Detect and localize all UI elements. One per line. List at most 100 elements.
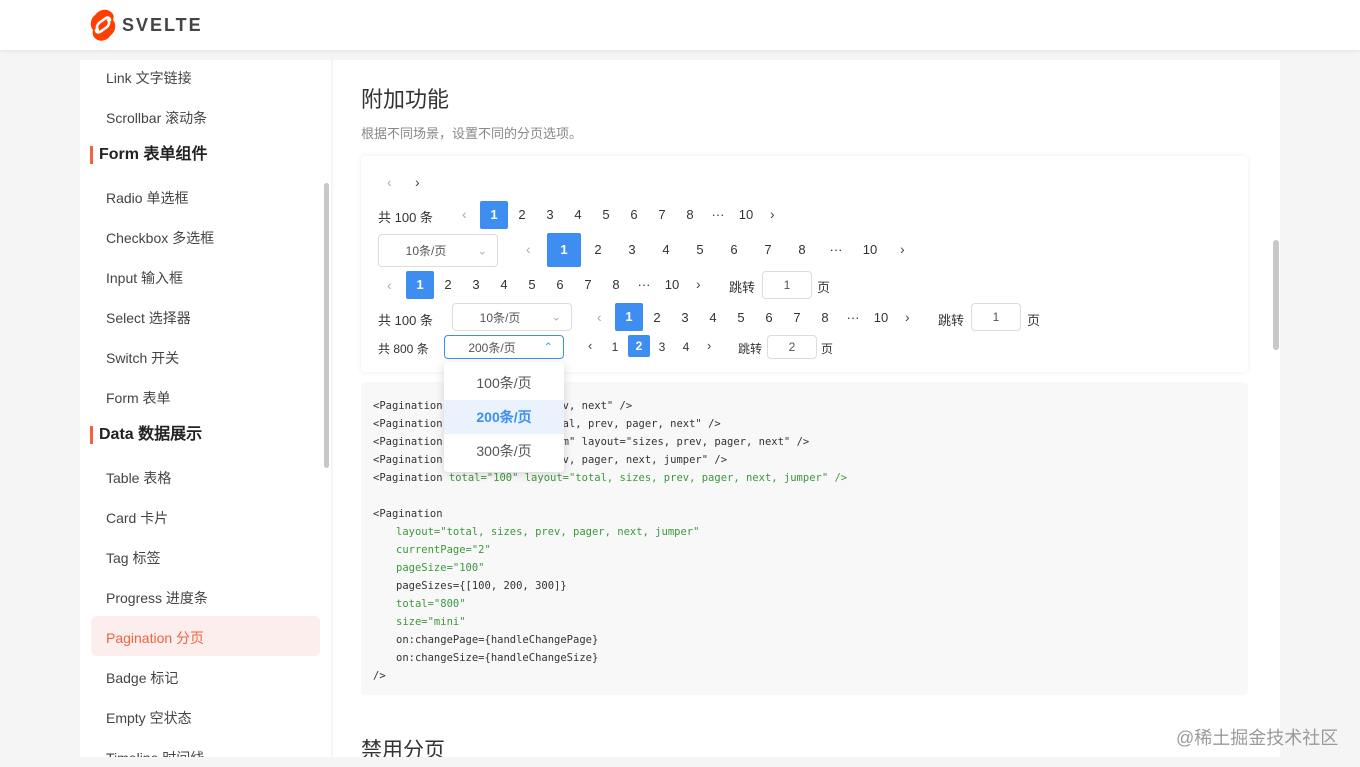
page-button[interactable]: 3 <box>539 207 561 222</box>
page-button[interactable]: 2 <box>646 310 668 325</box>
page-button[interactable]: 1 <box>606 340 624 354</box>
page-button[interactable]: 4 <box>702 310 724 325</box>
code-line: on:changePage={handleChangePage} <box>396 634 599 646</box>
page-button-active[interactable]: 2 <box>628 335 650 357</box>
sidebar-item-scrollbar[interactable]: Scrollbar 滚动条 <box>106 108 207 128</box>
code-line: /> <box>373 670 386 682</box>
page-button[interactable]: 2 <box>437 277 459 292</box>
sidebar-scrollbar[interactable] <box>324 183 329 468</box>
page-button[interactable]: 5 <box>521 277 543 292</box>
page-size-select[interactable]: 10条/页 ⌄ <box>378 234 498 267</box>
page-button[interactable]: 3 <box>465 277 487 292</box>
prev-arrow-icon[interactable]: ‹ <box>597 309 602 325</box>
sidebar-item-tag[interactable]: Tag 标签 <box>106 548 160 568</box>
page-ellipsis[interactable]: ··· <box>842 310 864 325</box>
jump-input[interactable]: 1 <box>971 303 1021 331</box>
page-unit-label: 页 <box>1027 313 1041 328</box>
sidebar-item-select[interactable]: Select 选择器 <box>106 308 191 328</box>
page-button[interactable]: 7 <box>757 242 779 257</box>
sidebar-item-table[interactable]: Table 表格 <box>106 468 171 488</box>
sidebar-group-form: Form 表单组件 <box>90 146 207 164</box>
jump-input[interactable]: 2 <box>767 335 817 359</box>
sidebar-item-link[interactable]: Link 文字链接 <box>106 68 192 88</box>
page-button[interactable]: 10 <box>661 277 683 292</box>
page-button[interactable]: 2 <box>511 207 533 222</box>
page-button-active[interactable]: 1 <box>547 233 581 267</box>
sidebar-item-progress[interactable]: Progress 进度条 <box>106 588 208 608</box>
page-button[interactable]: 3 <box>621 242 643 257</box>
next-arrow-icon[interactable]: › <box>770 206 775 222</box>
page-button[interactable]: 8 <box>679 207 701 222</box>
page-button[interactable]: 7 <box>651 207 673 222</box>
total-label: 共 100 条 <box>378 210 433 225</box>
prev-arrow-icon[interactable]: ‹ <box>462 206 467 222</box>
section-title: 附加功能 <box>361 87 450 112</box>
page-button[interactable]: 4 <box>493 277 515 292</box>
page-button-active[interactable]: 1 <box>480 201 508 229</box>
code-line: layout="total, sizes, prev, pager, next,… <box>396 526 700 538</box>
next-arrow-icon[interactable]: › <box>905 309 910 325</box>
prev-arrow-icon[interactable]: ‹ <box>387 277 392 293</box>
jump-input[interactable]: 1 <box>762 271 812 299</box>
page-button-active[interactable]: 1 <box>406 271 434 299</box>
dropdown-option[interactable]: 300条/页 <box>444 434 564 468</box>
page-button[interactable]: 3 <box>653 340 671 354</box>
page-button-active[interactable]: 1 <box>615 303 643 331</box>
sidebar-item-radio[interactable]: Radio 单选框 <box>106 188 188 208</box>
next-arrow-icon[interactable]: › <box>696 276 701 292</box>
page-button[interactable]: 4 <box>655 242 677 257</box>
page-size-select-open[interactable]: 200条/页 ⌃ <box>444 335 564 359</box>
prev-arrow-icon[interactable]: ‹ <box>526 241 531 257</box>
page-size-value: 10条/页 <box>479 310 521 325</box>
page-button[interactable]: 8 <box>791 242 813 257</box>
prev-arrow-icon[interactable]: ‹ <box>588 338 592 353</box>
page-button[interactable]: 5 <box>595 207 617 222</box>
page-button[interactable]: 6 <box>723 242 745 257</box>
sidebar-item-checkbox[interactable]: Checkbox 多选框 <box>106 228 214 248</box>
page-button[interactable]: 8 <box>605 277 627 292</box>
sidebar-item-switch[interactable]: Switch 开关 <box>106 348 179 368</box>
page-button[interactable]: 6 <box>758 310 780 325</box>
page-ellipsis[interactable]: ··· <box>825 242 847 257</box>
main-scrollbar[interactable] <box>1273 240 1279 350</box>
page-button[interactable]: 6 <box>623 207 645 222</box>
total-label: 共 100 条 <box>378 313 433 328</box>
dropdown-option[interactable]: 100条/页 <box>444 366 564 400</box>
dropdown-option-selected[interactable]: 200条/页 <box>444 400 564 434</box>
page-button[interactable]: 4 <box>677 340 695 354</box>
page-button[interactable]: 10 <box>735 207 757 222</box>
sidebar-item-empty[interactable]: Empty 空状态 <box>106 708 192 728</box>
section-description: 根据不同场景，设置不同的分页选项。 <box>361 126 583 141</box>
next-arrow-icon[interactable]: › <box>900 241 905 257</box>
page-button[interactable]: 7 <box>577 277 599 292</box>
sidebar-item-form[interactable]: Form 表单 <box>106 388 171 408</box>
page-button[interactable]: 4 <box>567 207 589 222</box>
page-button[interactable]: 3 <box>674 310 696 325</box>
next-arrow-icon[interactable]: › <box>707 338 711 353</box>
page-button[interactable]: 8 <box>814 310 836 325</box>
page-button[interactable]: 5 <box>730 310 752 325</box>
code-line: <Pagination dium" layout="sizes, prev, p… <box>373 436 810 448</box>
page-button[interactable]: 10 <box>870 310 892 325</box>
brand-name: SVELTE <box>122 14 203 35</box>
next-section-title: 禁用分页 <box>361 739 445 757</box>
sidebar-item-timeline[interactable]: Timeline 时间线 <box>106 748 204 757</box>
page-size-select[interactable]: 10条/页 ⌄ <box>452 303 572 331</box>
page-button[interactable]: 2 <box>587 242 609 257</box>
sidebar-item-card[interactable]: Card 卡片 <box>106 508 168 528</box>
page-button[interactable]: 7 <box>786 310 808 325</box>
next-arrow-icon[interactable]: › <box>415 174 420 190</box>
sidebar-item-badge[interactable]: Badge 标记 <box>106 668 178 688</box>
chevron-up-icon: ⌃ <box>543 341 553 354</box>
brand-logo[interactable]: SVELTE <box>90 9 203 41</box>
sidebar-item-pagination[interactable]: Pagination 分页 <box>106 628 204 648</box>
page-button[interactable]: 6 <box>549 277 571 292</box>
demo-panel: ‹ › 共 100 条 ‹ 1 2 3 4 5 6 7 8 ··· 10 › 1… <box>361 156 1248 372</box>
page-button[interactable]: 10 <box>859 242 881 257</box>
sidebar-item-input[interactable]: Input 输入框 <box>106 268 183 288</box>
page-button[interactable]: 5 <box>689 242 711 257</box>
page-ellipsis[interactable]: ··· <box>707 207 729 222</box>
page-size-value: 200条/页 <box>468 340 516 355</box>
prev-arrow-icon[interactable]: ‹ <box>387 174 392 190</box>
page-ellipsis[interactable]: ··· <box>633 277 655 292</box>
